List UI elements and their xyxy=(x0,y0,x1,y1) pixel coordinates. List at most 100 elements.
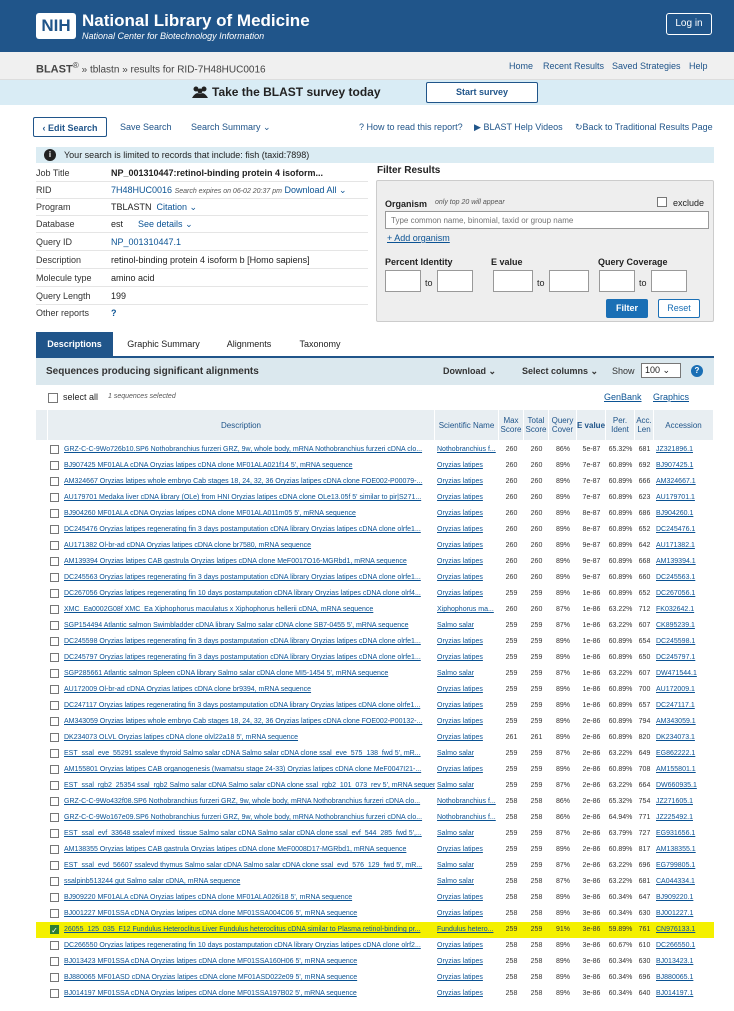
cell-accession[interactable]: DC245476.1 xyxy=(656,522,714,538)
row-checkbox[interactable] xyxy=(50,685,59,694)
cell-description[interactable]: 26055_125_035_F12 Fundulus Heteroclitus … xyxy=(64,922,435,938)
help-videos-link[interactable]: ▶ BLAST Help Videos xyxy=(474,117,563,137)
cell-accession[interactable]: DC245797.1 xyxy=(656,650,714,666)
cell-accession[interactable]: BJ014197.1 xyxy=(656,986,714,1002)
citation-link[interactable]: Citation xyxy=(157,202,188,212)
cell-description[interactable]: DC266550 Oryzias latipes regenerating fi… xyxy=(64,938,435,954)
cell-description[interactable]: DK234073 OLVL Oryzias latipes cDNA clone… xyxy=(64,730,435,746)
cell-description[interactable]: AM139394 Oryzias latipes CAB gastrula Or… xyxy=(64,554,435,570)
row-checkbox[interactable] xyxy=(50,813,59,822)
edit-search-button[interactable]: ‹ Edit Search xyxy=(33,117,107,137)
tab-alignments[interactable]: Alignments xyxy=(214,332,284,356)
col-header-scientific-name[interactable]: Scientific Name xyxy=(435,410,499,440)
cell-description[interactable]: DC245797 Oryzias latipes regenerating fi… xyxy=(64,650,435,666)
cell-accession[interactable]: BJ909220.1 xyxy=(656,890,714,906)
breadcrumb-blast[interactable]: BLAST xyxy=(36,63,73,75)
nav-help[interactable]: Help xyxy=(689,61,708,71)
row-checkbox[interactable] xyxy=(50,589,59,598)
cell-scientific-name[interactable]: Oryzias latipes xyxy=(437,538,497,554)
download-all-link[interactable]: Download All xyxy=(284,185,336,195)
cell-accession[interactable]: BJ013423.1 xyxy=(656,954,714,970)
row-checkbox[interactable] xyxy=(50,957,59,966)
filter-button[interactable]: Filter xyxy=(606,299,648,318)
cell-description[interactable]: DC247117 Oryzias latipes regenerating fi… xyxy=(64,698,435,714)
nav-saved-strategies[interactable]: Saved Strategies xyxy=(612,61,681,71)
row-checkbox[interactable] xyxy=(50,973,59,982)
cell-description[interactable]: AU179701 Medaka liver cDNA library (OLe)… xyxy=(64,490,435,506)
cell-scientific-name[interactable]: Salmo salar xyxy=(437,666,497,682)
cell-accession[interactable]: DC267056.1 xyxy=(656,586,714,602)
cell-scientific-name[interactable]: Oryzias latipes xyxy=(437,522,497,538)
row-checkbox[interactable] xyxy=(50,749,59,758)
select-all-checkbox[interactable] xyxy=(48,393,58,403)
cell-scientific-name[interactable]: Xiphophorus ma... xyxy=(437,602,497,618)
row-checkbox[interactable] xyxy=(50,653,59,662)
cell-scientific-name[interactable]: Oryzias latipes xyxy=(437,586,497,602)
cell-description[interactable]: DC267056 Oryzias latipes regenerating fi… xyxy=(64,586,435,602)
login-button[interactable]: Log in xyxy=(666,13,712,35)
cell-description[interactable]: BJ904260 MF01ALA cDNA Oryzias latipes cD… xyxy=(64,506,435,522)
col-header-query-cover[interactable]: Query Cover xyxy=(549,410,577,440)
cell-scientific-name[interactable]: Salmo salar xyxy=(437,618,497,634)
row-checkbox[interactable] xyxy=(50,701,59,710)
cell-accession[interactable]: AU179701.1 xyxy=(656,490,714,506)
row-checkbox[interactable] xyxy=(50,461,59,470)
cell-scientific-name[interactable]: Oryzias latipes xyxy=(437,458,497,474)
row-checkbox[interactable] xyxy=(50,605,59,614)
row-checkbox[interactable] xyxy=(50,797,59,806)
cell-description[interactable]: BJ907425 MF01ALA cDNA Oryzias latipes cD… xyxy=(64,458,435,474)
cell-description[interactable]: BJ909220 MF01ALA cDNA Oryzias latipes cD… xyxy=(64,890,435,906)
cell-accession[interactable]: EG799805.1 xyxy=(656,858,714,874)
cell-description[interactable]: GRZ-C-C-9Wo726b10.SP6 Nothobranchius fur… xyxy=(64,442,435,458)
row-checkbox[interactable] xyxy=(50,477,59,486)
cell-scientific-name[interactable]: Salmo salar xyxy=(437,746,497,762)
organism-input[interactable] xyxy=(385,211,709,229)
row-checkbox[interactable] xyxy=(50,525,59,534)
cell-scientific-name[interactable]: Oryzias latipes xyxy=(437,890,497,906)
row-checkbox[interactable] xyxy=(50,637,59,646)
tab-graphic-summary[interactable]: Graphic Summary xyxy=(116,332,211,356)
cell-accession[interactable]: AM324667.1 xyxy=(656,474,714,490)
cell-scientific-name[interactable]: Salmo salar xyxy=(437,826,497,842)
help-icon[interactable]: ? xyxy=(691,365,703,377)
cell-accession[interactable]: AM155801.1 xyxy=(656,762,714,778)
row-checkbox[interactable] xyxy=(50,893,59,902)
site-title[interactable]: National Library of Medicine xyxy=(82,11,310,31)
cell-description[interactable]: EST_ssal_evd_56607 ssalevd thymus Salmo … xyxy=(64,858,435,874)
cell-description[interactable]: EST_ssal_evf_33648 ssalevf mixed_tissue … xyxy=(64,826,435,842)
traditional-results-link[interactable]: ↻Back to Traditional Results Page xyxy=(575,117,713,137)
evalue-min[interactable] xyxy=(493,270,533,292)
cell-description[interactable]: GRZ-C-C-9Wo167e09.SP6 Nothobranchius fur… xyxy=(64,810,435,826)
cell-accession[interactable]: AM343059.1 xyxy=(656,714,714,730)
col-header-max-score[interactable]: Max Score xyxy=(499,410,524,440)
cell-scientific-name[interactable]: Oryzias latipes xyxy=(437,474,497,490)
exclude-checkbox[interactable] xyxy=(657,197,667,207)
row-checkbox[interactable] xyxy=(50,861,59,870)
col-header-accession[interactable]: Accession xyxy=(654,410,714,440)
cell-accession[interactable]: DC245563.1 xyxy=(656,570,714,586)
row-checkbox[interactable] xyxy=(50,829,59,838)
cell-accession[interactable]: JZ321896.1 xyxy=(656,442,714,458)
cell-scientific-name[interactable]: Salmo salar xyxy=(437,858,497,874)
see-details-link[interactable]: See details xyxy=(138,219,183,229)
cell-accession[interactable]: JZ271605.1 xyxy=(656,794,714,810)
graphics-link[interactable]: Graphics xyxy=(653,392,689,402)
cell-description[interactable]: EST_ssal_rgb2_25354 ssal_rgb2 Salmo sala… xyxy=(64,778,435,794)
query-coverage-max[interactable] xyxy=(651,270,687,292)
cell-description[interactable]: EST_ssal_eve_55291 ssaleve thyroid Salmo… xyxy=(64,746,435,762)
col-header-total-score[interactable]: Total Score xyxy=(524,410,549,440)
query-coverage-min[interactable] xyxy=(599,270,635,292)
cell-accession[interactable]: CK895239.1 xyxy=(656,618,714,634)
help-icon[interactable]: ? xyxy=(111,305,117,322)
cell-description[interactable]: SGP285661 Atlantic salmon Spleen cDNA li… xyxy=(64,666,435,682)
percent-identity-min[interactable] xyxy=(385,270,421,292)
cell-description[interactable]: SGP154494 Atlantic salmon Swimbladder cD… xyxy=(64,618,435,634)
col-header-evalue[interactable]: E value xyxy=(577,410,606,440)
cell-accession[interactable]: BJ880065.1 xyxy=(656,970,714,986)
cell-accession[interactable]: BJ001227.1 xyxy=(656,906,714,922)
col-header-per-ident[interactable]: Per. Ident xyxy=(606,410,635,440)
cell-description[interactable]: BJ013423 MF01SSA cDNA Oryzias latipes cD… xyxy=(64,954,435,970)
cell-scientific-name[interactable]: Oryzias latipes xyxy=(437,490,497,506)
row-checkbox[interactable] xyxy=(50,909,59,918)
cell-scientific-name[interactable]: Oryzias latipes xyxy=(437,682,497,698)
